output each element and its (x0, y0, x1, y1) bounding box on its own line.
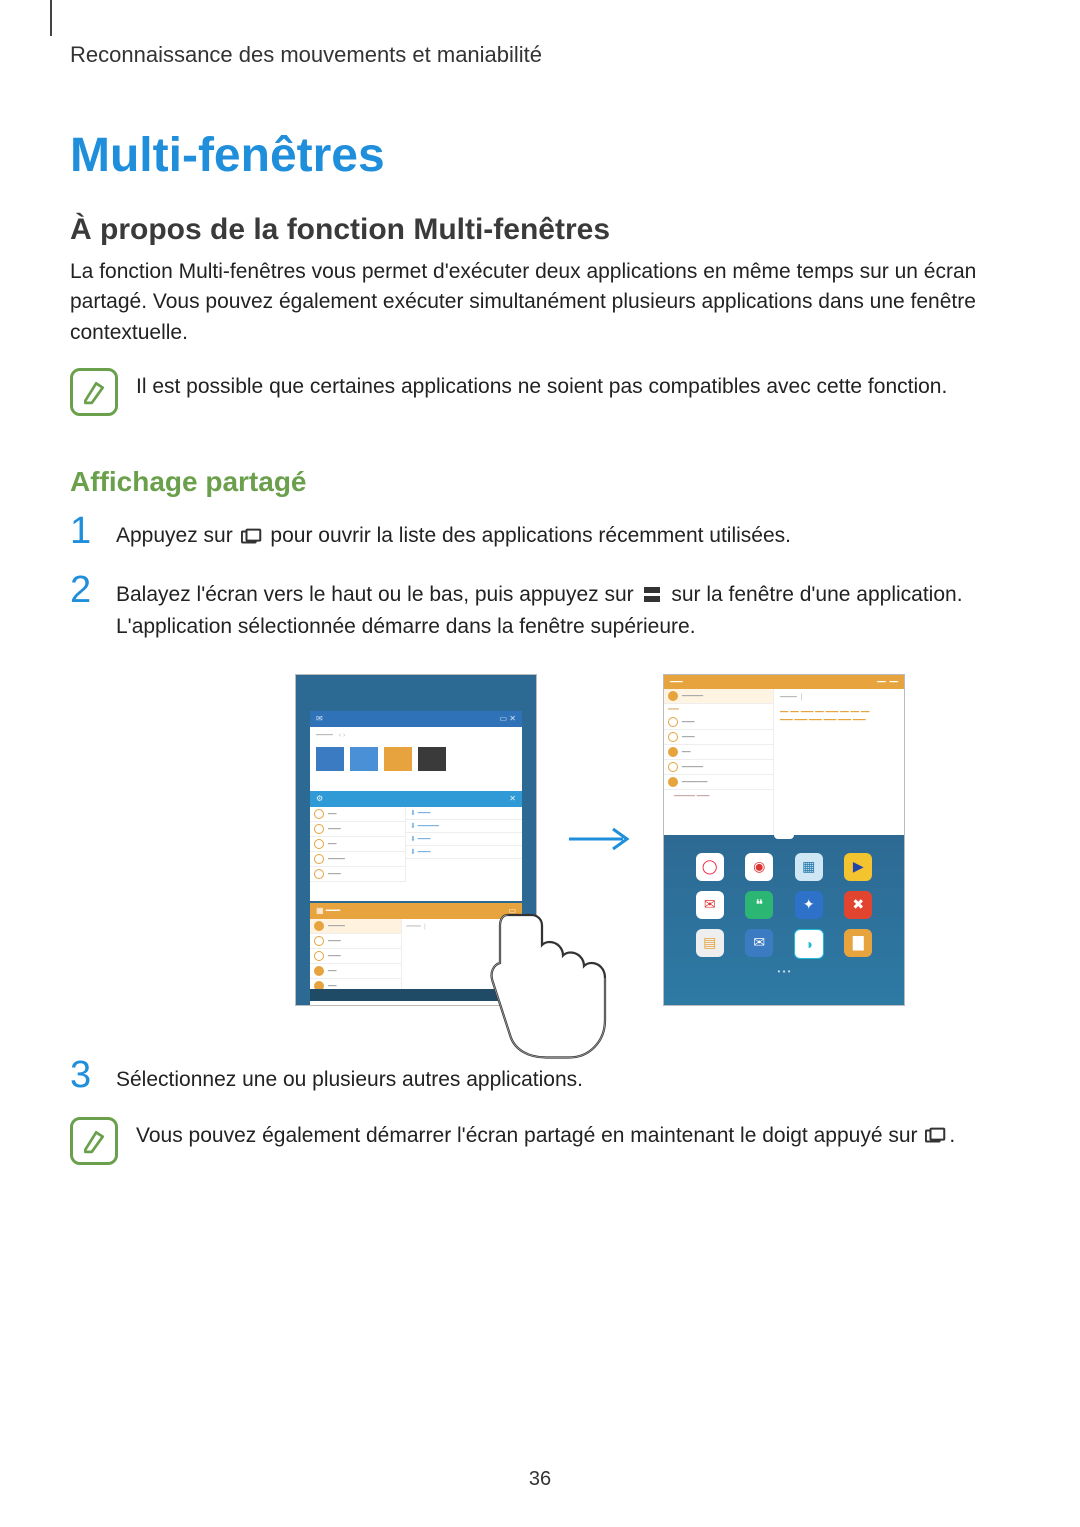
app-icon-hangouts: ❝ (745, 891, 773, 919)
app-icon-files: ▇ (844, 929, 872, 957)
app-icon-gmail: ✉ (696, 891, 724, 919)
note2-a: Vous pouvez également démarrer l'écran p… (136, 1124, 923, 1147)
illustration-row: ✉ ▭ ✕ ━━━━ ‹ › ⚙ ✕ (190, 674, 1010, 1006)
top-margin-rule (50, 0, 52, 36)
section-about-body: La fonction Multi-fenêtres vous permet d… (70, 257, 1010, 348)
step-1-number: 1 (70, 512, 98, 550)
page-number: 36 (0, 1468, 1080, 1491)
step-2-number: 2 (70, 571, 98, 609)
step-3: 3 Sélectionnez une ou plusieurs autres a… (70, 1056, 1010, 1097)
recent-apps-icon (925, 1127, 947, 1145)
split-handle (774, 831, 794, 839)
pane-label: ✉ (316, 714, 323, 723)
pane-label: ⚙ (316, 794, 323, 803)
pane-label: ▦ ━━━ (316, 906, 340, 915)
app-icon-chrome: ◯ (696, 853, 724, 881)
step-2: 2 Balayez l'écran vers le haut ou le bas… (70, 571, 1010, 644)
arrow-icon (565, 674, 635, 1004)
app-icon-gallery: ▦ (795, 853, 823, 881)
step-1-text: Appuyez sur pour ouvrir la liste des app… (116, 512, 791, 553)
app-icon-maps: ▶ (844, 853, 872, 881)
split-view-icon (641, 586, 663, 604)
app-icon-email: ✉ (745, 929, 773, 957)
note-icon (70, 1117, 118, 1165)
step-3-number: 3 (70, 1056, 98, 1094)
note-compatibility: Il est possible que certaines applicatio… (70, 366, 1010, 416)
section-about-heading: À propos de la fonction Multi-fenêtres (70, 213, 1010, 247)
note-icon (70, 368, 118, 416)
split-target-icon: ▭ (508, 906, 516, 915)
app-icon-location: ✖ (844, 891, 872, 919)
page-dots: • ▪ • (664, 967, 904, 976)
note-longpress-text: Vous pouvez également démarrer l'écran p… (136, 1115, 955, 1151)
app-icon-calendar: ▤ (696, 929, 724, 957)
app-icon-internet: ✦ (795, 891, 823, 919)
step-3-text: Sélectionnez une ou plusieurs autres app… (116, 1056, 583, 1097)
tablet-right-splitview: ━━━ ━━ ━━ ━━━━━ ━━━ ━━━ ━━━ ━━ ━━━━━ ━━━… (663, 674, 905, 1006)
app-icon-record: ◉ (745, 853, 773, 881)
breadcrumb: Reconnaissance des mouvements et maniabi… (70, 42, 1010, 68)
page-title: Multi-fenêtres (70, 128, 1010, 183)
pane-controls: ▭ ✕ (500, 714, 516, 723)
tablet-left-recents: ✉ ▭ ✕ ━━━━ ‹ › ⚙ ✕ (295, 674, 537, 1006)
note2-b: . (949, 1124, 955, 1147)
recent-apps-icon (241, 528, 263, 546)
step-1-text-b: pour ouvrir la liste des applications ré… (270, 524, 791, 547)
section-splitview-heading: Affichage partagé (70, 466, 1010, 498)
step-2-text-a: Balayez l'écran vers le haut ou le bas, … (116, 583, 639, 606)
pane-close: ✕ (509, 794, 516, 803)
step-1-text-a: Appuyez sur (116, 524, 239, 547)
app-icon-music: ◑ (794, 929, 824, 959)
note-longpress: Vous pouvez également démarrer l'écran p… (70, 1115, 1010, 1165)
step-1: 1 Appuyez sur pour ouvrir la liste des a… (70, 512, 1010, 553)
note-text: Il est possible que certaines applicatio… (136, 366, 947, 402)
step-2-text: Balayez l'écran vers le haut ou le bas, … (116, 571, 1010, 644)
